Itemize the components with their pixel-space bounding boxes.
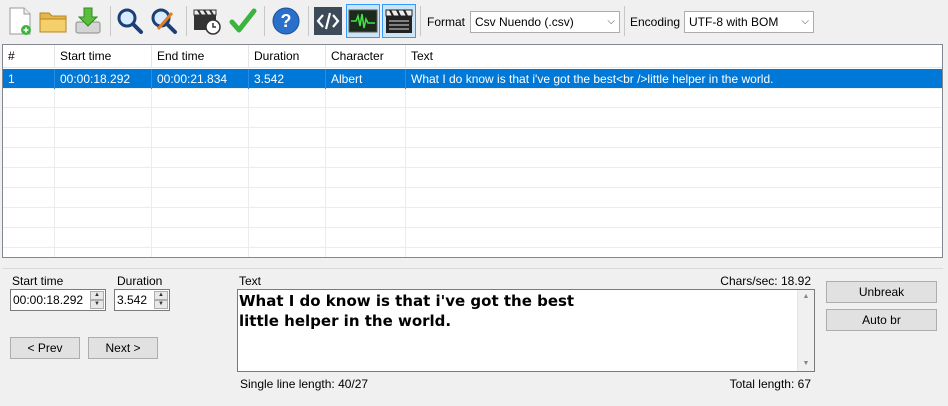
subtitle-text-editor[interactable]: What I do know is that i've got the best…: [237, 289, 815, 372]
format-select[interactable]: Csv Nuendo (.csv) ⌵: [470, 11, 620, 33]
text-scrollbar[interactable]: ▲ ▼: [797, 290, 814, 371]
column-header-text[interactable]: Text: [406, 45, 942, 67]
source-view-icon[interactable]: [311, 4, 345, 38]
column-header-end-time[interactable]: End time: [152, 45, 249, 67]
text-line-1: What I do know is that i've got the best: [239, 292, 575, 310]
total-length: Total length: 67: [729, 377, 811, 391]
video-clock-icon[interactable]: [190, 4, 224, 38]
duration-field[interactable]: ▲ ▼: [114, 289, 170, 311]
start-time-input[interactable]: [13, 292, 87, 308]
chevron-down-icon: ⌵: [801, 16, 809, 27]
cell-duration: 3.542: [249, 69, 326, 89]
encoding-value: UTF-8 with BOM: [689, 15, 779, 29]
toolbar: ? Format Csv Nuendo (.csv) ⌵ Encoding UT…: [0, 0, 948, 42]
waveform-icon[interactable]: [346, 4, 380, 38]
next-button[interactable]: Next >: [88, 337, 158, 359]
column-header-character[interactable]: Character: [326, 45, 406, 67]
chevron-down-icon: ⌵: [607, 16, 615, 27]
prev-button[interactable]: < Prev: [10, 337, 80, 359]
scroll-up-icon[interactable]: ▲: [798, 290, 814, 304]
grid-header: # Start time End time Duration Character…: [3, 45, 942, 68]
svg-text:?: ?: [281, 11, 292, 31]
duration-label: Duration: [117, 274, 163, 288]
spell-check-icon[interactable]: [226, 4, 260, 38]
find-icon[interactable]: [113, 4, 147, 38]
single-line-length: Single line length: 40/27: [240, 377, 369, 391]
video-player-icon[interactable]: [382, 4, 416, 38]
cell-number: 1: [3, 69, 55, 89]
spin-down-icon[interactable]: ▼: [154, 300, 168, 309]
auto-br-button[interactable]: Auto br: [826, 309, 937, 331]
subtitle-grid[interactable]: # Start time End time Duration Character…: [2, 44, 943, 258]
chars-per-sec: Chars/sec: 18.92: [720, 274, 811, 288]
replace-icon[interactable]: [147, 4, 181, 38]
spin-down-icon[interactable]: ▼: [90, 300, 104, 309]
text-line-2: little helper in the world.: [239, 312, 452, 330]
start-time-label: Start time: [12, 274, 64, 288]
duration-input[interactable]: [117, 292, 151, 308]
cell-end-time: 00:00:21.834: [152, 69, 249, 89]
start-time-field[interactable]: ▲ ▼: [10, 289, 106, 311]
text-label: Text: [239, 274, 262, 288]
new-file-icon[interactable]: [3, 4, 37, 38]
cell-text: What I do know is that i've got the best…: [411, 72, 774, 86]
format-label: Format: [427, 15, 466, 29]
format-value: Csv Nuendo (.csv): [475, 15, 574, 29]
editor-panel: Start time Duration ▲ ▼ ▲ ▼ < Prev Next …: [2, 268, 943, 403]
open-folder-icon[interactable]: [36, 4, 70, 38]
encoding-label: Encoding: [630, 15, 681, 29]
unbreak-button[interactable]: Unbreak: [826, 281, 937, 303]
help-icon[interactable]: ?: [269, 4, 303, 38]
scroll-down-icon[interactable]: ▼: [798, 357, 814, 371]
save-download-icon[interactable]: [71, 4, 105, 38]
column-header-duration[interactable]: Duration: [249, 45, 326, 67]
cell-character: Albert: [326, 69, 406, 89]
cell-start-time: 00:00:18.292: [55, 69, 152, 89]
text-content[interactable]: What I do know is that i've got the best…: [239, 291, 574, 331]
spin-up-icon[interactable]: ▲: [90, 291, 104, 300]
column-header-start-time[interactable]: Start time: [55, 45, 152, 67]
spin-up-icon[interactable]: ▲: [154, 291, 168, 300]
table-row[interactable]: 1 00:00:18.292 00:00:21.834 3.542 Albert…: [3, 69, 942, 89]
column-header-number[interactable]: #: [3, 45, 55, 67]
encoding-select[interactable]: UTF-8 with BOM ⌵: [684, 11, 814, 33]
